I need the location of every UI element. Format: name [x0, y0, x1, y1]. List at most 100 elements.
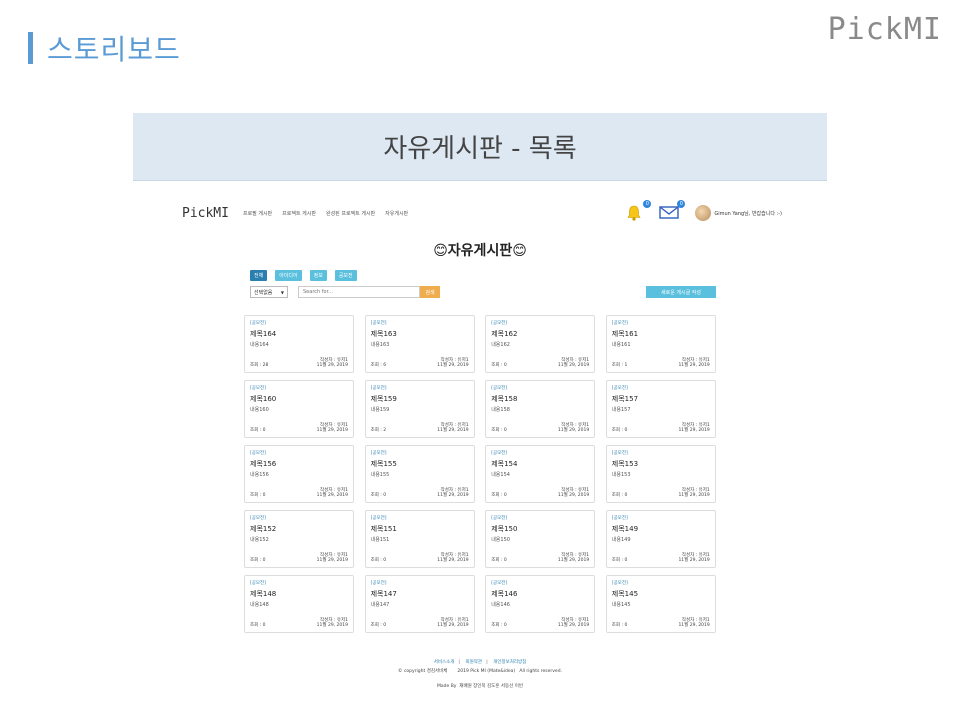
post-card[interactable]: [공모전] 제목157 내용157 작성자 : 유저1 조회 : 0 11월 29, 20…	[605, 380, 716, 438]
post-date: 11월 29, 2019	[678, 623, 710, 628]
top-navbar: PickMI 프로필 게시판 프로젝트 게시판 완성된 프로젝트 게시판 자유게…	[182, 200, 782, 224]
tab-all[interactable]: 전체	[250, 270, 268, 281]
post-views: 조회 : 0	[250, 558, 266, 563]
notification-badge: 0	[643, 200, 652, 208]
post-content: 내용146	[491, 602, 510, 608]
post-views: 조회 : 0	[491, 623, 507, 628]
category-tabs: 전체 아이디어 정보 공모전	[250, 270, 365, 281]
post-card[interactable]: [공모전] 제목154 내용154 작성자 : 유저1 조회 : 0 11월 29, 20…	[485, 445, 596, 503]
post-card[interactable]: [공모전] 제목163 내용163 작성자 : 유저1 조회 : 6 11월 29, 20…	[364, 315, 475, 373]
post-card[interactable]: [공모전] 제목152 내용152 작성자 : 유저1 조회 : 0 11월 29, 20…	[244, 510, 354, 568]
footer-link-about[interactable]: 서비스소개	[434, 660, 455, 665]
post-content: 내용164	[250, 342, 269, 348]
post-card[interactable]: [공모전] 제목147 내용147 작성자 : 유저1 조회 : 0 11월 29, 20…	[364, 575, 475, 633]
post-content: 내용162	[491, 342, 510, 348]
tab-contest[interactable]: 공모전	[334, 270, 357, 281]
post-category: [공모전]	[611, 516, 628, 521]
chevron-down-icon: ▼	[280, 290, 284, 295]
mail-icon	[659, 206, 680, 219]
post-content: 내용149	[611, 537, 631, 543]
post-date: 11월 29, 2019	[678, 558, 710, 563]
brand-logo[interactable]: PickMI	[182, 206, 229, 221]
post-date: 11월 29, 2019	[557, 558, 590, 563]
footer-links: 서비스소개 | 회원약관 | 개인정보처리방침	[433, 660, 527, 665]
post-card[interactable]: [공모전] 제목149 내용149 작성자 : 유저1 조회 : 0 11월 29, 20…	[605, 510, 716, 568]
post-card[interactable]: [공모전] 제목161 내용161 작성자 : 유저1 조회 : 1 11월 29, 20…	[605, 315, 716, 373]
post-card[interactable]: [공모전] 제목160 내용160 작성자 : 유저1 조회 : 0 11월 29, 20…	[244, 380, 354, 438]
post-date: 11월 29, 2019	[557, 363, 590, 368]
post-content: 내용152	[250, 537, 269, 543]
filter-select-value: 선택없음	[254, 289, 273, 296]
post-views: 조회 : 0	[491, 428, 507, 433]
post-date: 11월 29, 2019	[316, 363, 348, 368]
post-date: 11월 29, 2019	[316, 623, 348, 628]
post-views: 조회 : 0	[250, 623, 266, 628]
post-card[interactable]: [공모전] 제목162 내용162 작성자 : 유저1 조회 : 0 11월 29, 20…	[485, 315, 596, 373]
post-category: [공모전]	[611, 321, 628, 326]
post-date: 11월 29, 2019	[316, 558, 348, 563]
post-card[interactable]: [공모전] 제목145 내용145 작성자 : 유저1 조회 : 0 11월 29, 20…	[605, 575, 716, 633]
post-category: [공모전]	[250, 386, 266, 391]
nav-completed-project-board[interactable]: 완성된 프로젝트 게시판	[326, 210, 375, 217]
slide-title-bar	[28, 32, 33, 64]
post-title: 제목146	[491, 590, 518, 598]
post-content: 내용147	[370, 602, 390, 608]
post-category: [공모전]	[370, 451, 387, 456]
post-date: 11월 29, 2019	[678, 363, 710, 368]
footer-copyright: © copyright 경김서비체 2019 Pick MI (Mate&ide…	[398, 669, 562, 674]
post-content: 내용148	[250, 602, 269, 608]
new-post-button[interactable]: 새로운 게시글 작성	[646, 286, 716, 298]
post-date: 11월 29, 2019	[557, 493, 590, 498]
post-category: [공모전]	[491, 321, 508, 326]
post-title: 제목150	[491, 525, 518, 533]
post-views: 조회 : 0	[491, 558, 507, 563]
search-input[interactable]	[298, 286, 420, 298]
post-grid: [공모전] 제목164 내용164 작성자 : 유저1 조회 : 28 11월 29, 2…	[244, 315, 716, 633]
tab-info[interactable]: 정보	[309, 270, 327, 281]
bell-icon	[627, 205, 641, 221]
post-views: 조회 : 0	[250, 428, 266, 433]
board-title: 😊자유게시판😊	[433, 243, 527, 259]
post-content: 내용145	[611, 602, 631, 608]
post-category: [공모전]	[370, 386, 387, 391]
post-card[interactable]: [공모전] 제목155 내용155 작성자 : 유저1 조회 : 0 11월 29, 20…	[364, 445, 475, 503]
post-views: 조회 : 0	[611, 558, 628, 563]
post-card[interactable]: [공모전] 제목151 내용151 작성자 : 유저1 조회 : 0 11월 29, 20…	[364, 510, 475, 568]
search-button[interactable]: 검색	[420, 286, 440, 298]
post-card[interactable]: [공모전] 제목148 내용148 작성자 : 유저1 조회 : 0 11월 29, 20…	[244, 575, 354, 633]
post-views: 조회 : 6	[370, 363, 387, 368]
nav-project-board[interactable]: 프로젝트 게시판	[282, 210, 316, 217]
message-button[interactable]: 0	[659, 200, 686, 222]
post-card[interactable]: [공모전] 제목146 내용146 작성자 : 유저1 조회 : 0 11월 29, 20…	[485, 575, 596, 633]
post-content: 내용151	[370, 537, 390, 543]
post-date: 11월 29, 2019	[437, 428, 469, 433]
post-card[interactable]: [공모전] 제목164 내용164 작성자 : 유저1 조회 : 28 11월 29, 2…	[244, 315, 354, 373]
footer-link-privacy[interactable]: 개인정보처리방침	[493, 660, 526, 665]
avatar[interactable]	[695, 205, 712, 221]
post-title: 제목147	[370, 590, 397, 598]
post-content: 내용153	[611, 472, 631, 478]
post-date: 11월 29, 2019	[557, 623, 590, 628]
footer-link-terms[interactable]: 회원약관	[466, 660, 483, 665]
post-card[interactable]: [공모전] 제목158 내용158 작성자 : 유저1 조회 : 0 11월 29, 20…	[485, 380, 596, 438]
post-title: 제목163	[370, 330, 397, 338]
search-row: 선택없음 ▼ 검색 새로운 게시글 작성	[250, 286, 716, 298]
post-date: 11월 29, 2019	[678, 428, 710, 433]
post-category: [공모전]	[491, 386, 508, 391]
post-title: 제목155	[370, 460, 397, 468]
post-title: 제목161	[611, 330, 639, 338]
post-card[interactable]: [공모전] 제목150 내용150 작성자 : 유저1 조회 : 0 11월 29, 20…	[485, 510, 596, 568]
notification-button[interactable]: 0	[625, 200, 652, 222]
post-card[interactable]: [공모전] 제목156 내용156 작성자 : 유저1 조회 : 0 11월 29, 20…	[244, 445, 354, 503]
post-title: 제목153	[611, 460, 639, 468]
nav-profile-board[interactable]: 프로필 게시판	[243, 210, 272, 217]
post-views: 조회 : 28	[250, 363, 269, 368]
tab-idea[interactable]: 아이디어	[275, 270, 302, 281]
post-category: [공모전]	[491, 581, 508, 586]
filter-select[interactable]: 선택없음 ▼	[250, 286, 288, 298]
nav-free-board[interactable]: 자유게시판	[385, 210, 408, 217]
post-views: 조회 : 0	[491, 493, 507, 498]
post-card[interactable]: [공모전] 제목159 내용159 작성자 : 유저1 조회 : 2 11월 29, 20…	[364, 380, 475, 438]
post-card[interactable]: [공모전] 제목153 내용153 작성자 : 유저1 조회 : 0 11월 29, 20…	[605, 445, 716, 503]
post-date: 11월 29, 2019	[557, 428, 590, 433]
